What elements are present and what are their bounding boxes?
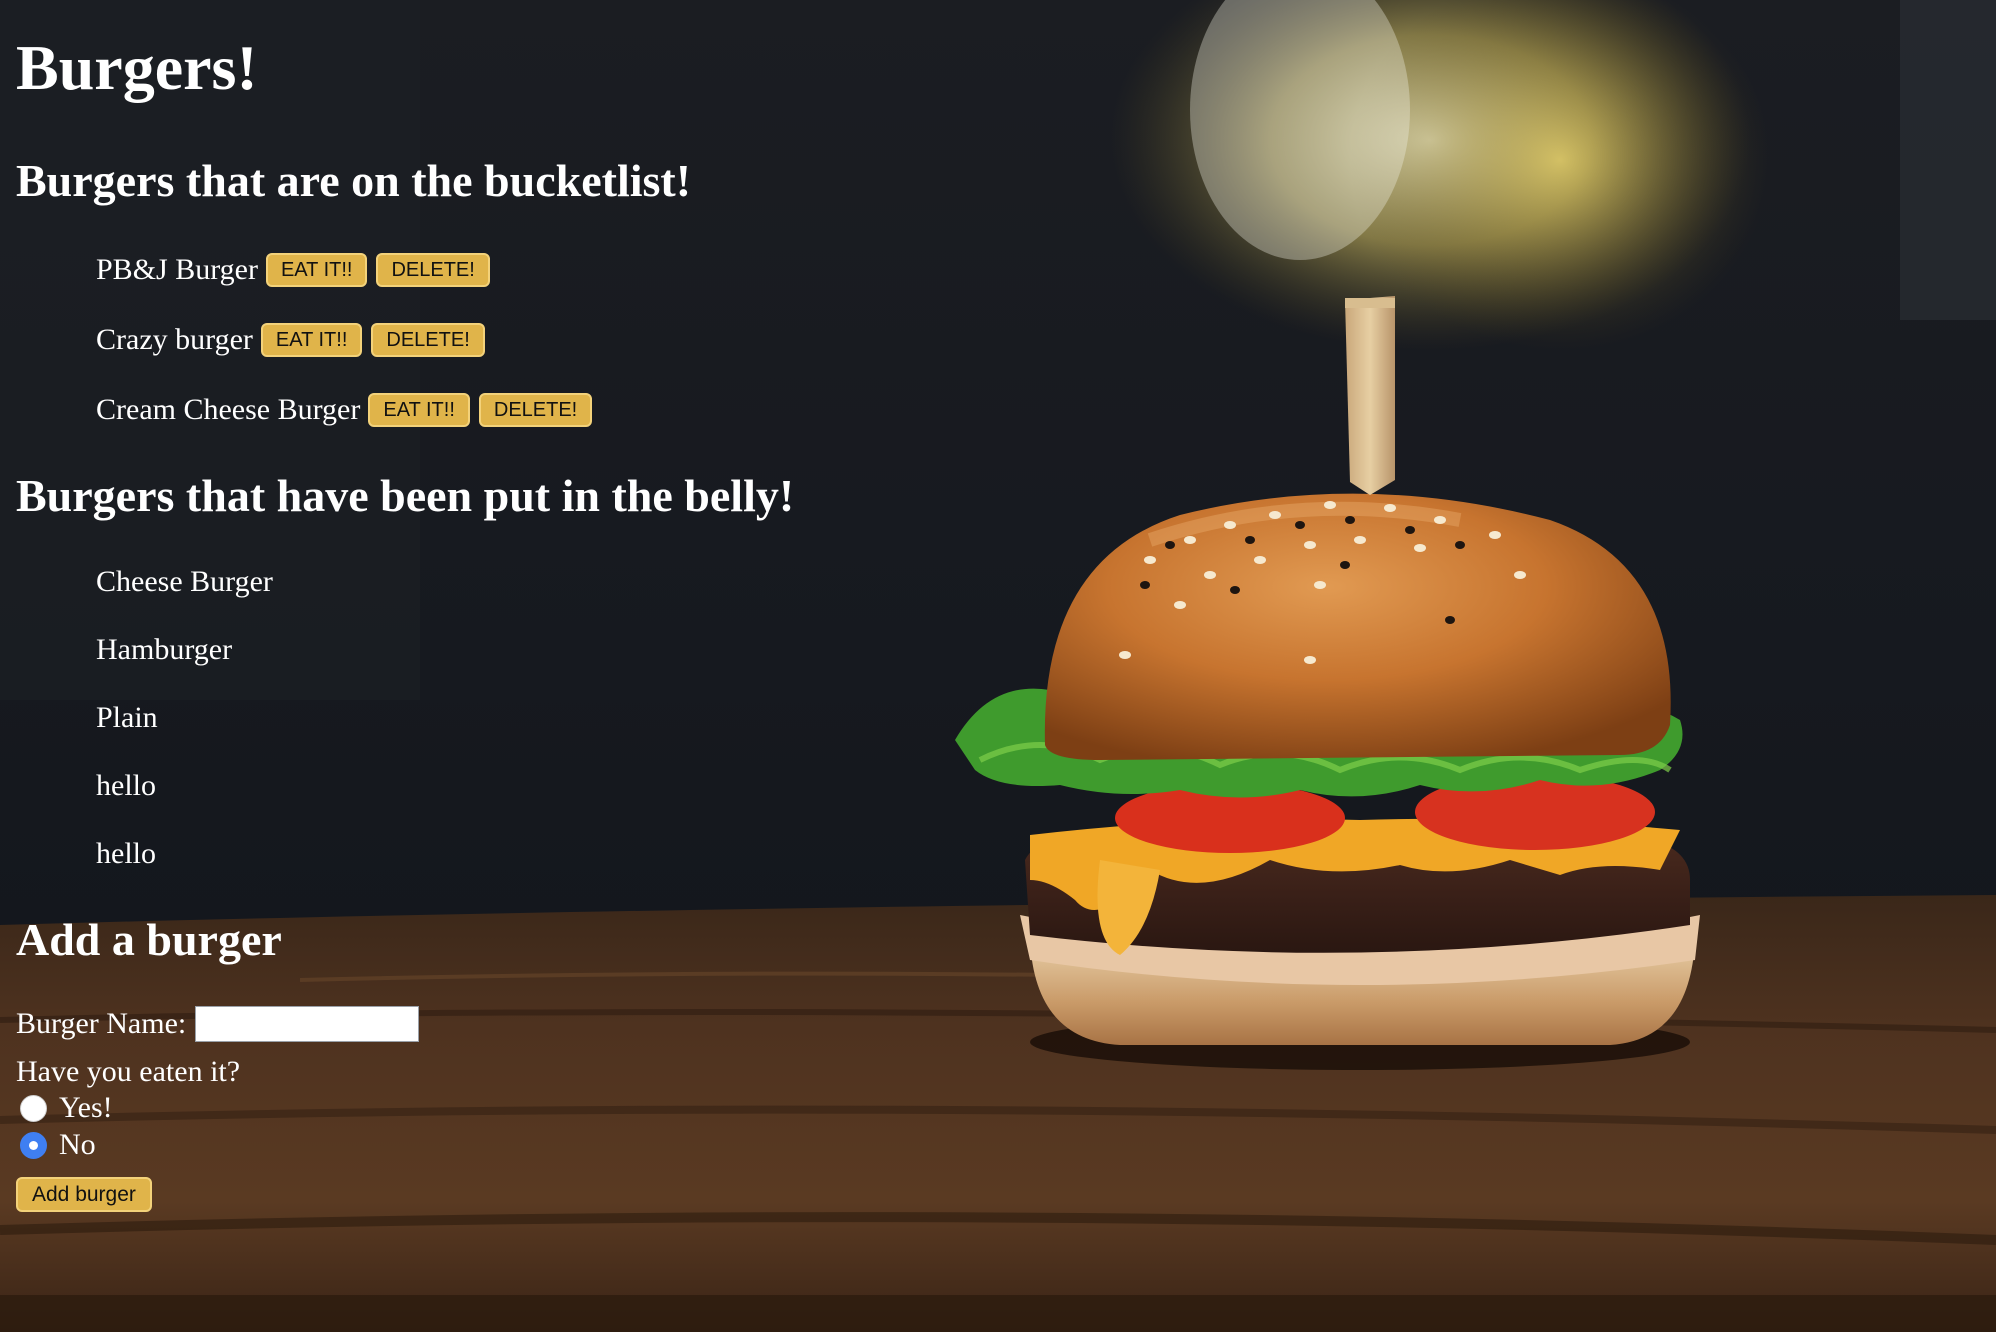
add-burger-button[interactable]: Add burger <box>16 1177 152 1212</box>
burger-name: PB&J Burger <box>96 253 258 286</box>
burger-name-label: Burger Name: <box>16 1007 187 1040</box>
bucketlist-item: Crazy burger EAT IT!! DELETE! <box>96 320 494 360</box>
eaten-burger-item: hello <box>96 769 156 802</box>
radio-no[interactable] <box>20 1131 47 1159</box>
add-burger-heading: Add a burger <box>16 914 282 965</box>
radio-no-label: No <box>59 1128 96 1161</box>
belly-heading: Burgers that have been put in the belly! <box>16 470 795 521</box>
eaten-burger-item: Plain <box>96 701 158 734</box>
delete-button[interactable]: DELETE! <box>371 323 485 357</box>
bucketlist-item: PB&J Burger EAT IT!! DELETE! <box>96 250 499 290</box>
burger-name-input[interactable] <box>195 1006 420 1042</box>
eat-it-button[interactable]: EAT IT!! <box>265 253 368 287</box>
burger-name: Crazy burger <box>96 323 253 356</box>
burger-name: Cream Cheese Burger <box>96 393 361 426</box>
radio-yes[interactable] <box>20 1094 47 1122</box>
eaten-question: Have you eaten it? <box>16 1055 240 1089</box>
eat-it-button[interactable]: EAT IT!! <box>368 393 470 427</box>
delete-button[interactable]: DELETE! <box>376 253 490 287</box>
eaten-burger-item: Hamburger <box>96 633 233 666</box>
page-title: Burgers! <box>16 32 258 103</box>
radio-option-no[interactable]: No <box>16 1128 96 1162</box>
eaten-burger-item: Cheese Burger <box>96 565 273 598</box>
eaten-question-label: Have you eaten it? <box>16 1055 241 1088</box>
eaten-burger-item: hello <box>96 837 156 870</box>
radio-option-yes[interactable]: Yes! <box>16 1091 113 1125</box>
delete-button[interactable]: DELETE! <box>478 393 593 427</box>
eat-it-button[interactable]: EAT IT!! <box>260 323 363 357</box>
burger-name-row: Burger Name: <box>16 1006 420 1042</box>
radio-yes-label: Yes! <box>59 1091 113 1124</box>
bucketlist-heading: Burgers that are on the bucketlist! <box>16 155 692 206</box>
bucketlist-item: Cream Cheese Burger EAT IT!! DELETE! <box>96 390 601 430</box>
